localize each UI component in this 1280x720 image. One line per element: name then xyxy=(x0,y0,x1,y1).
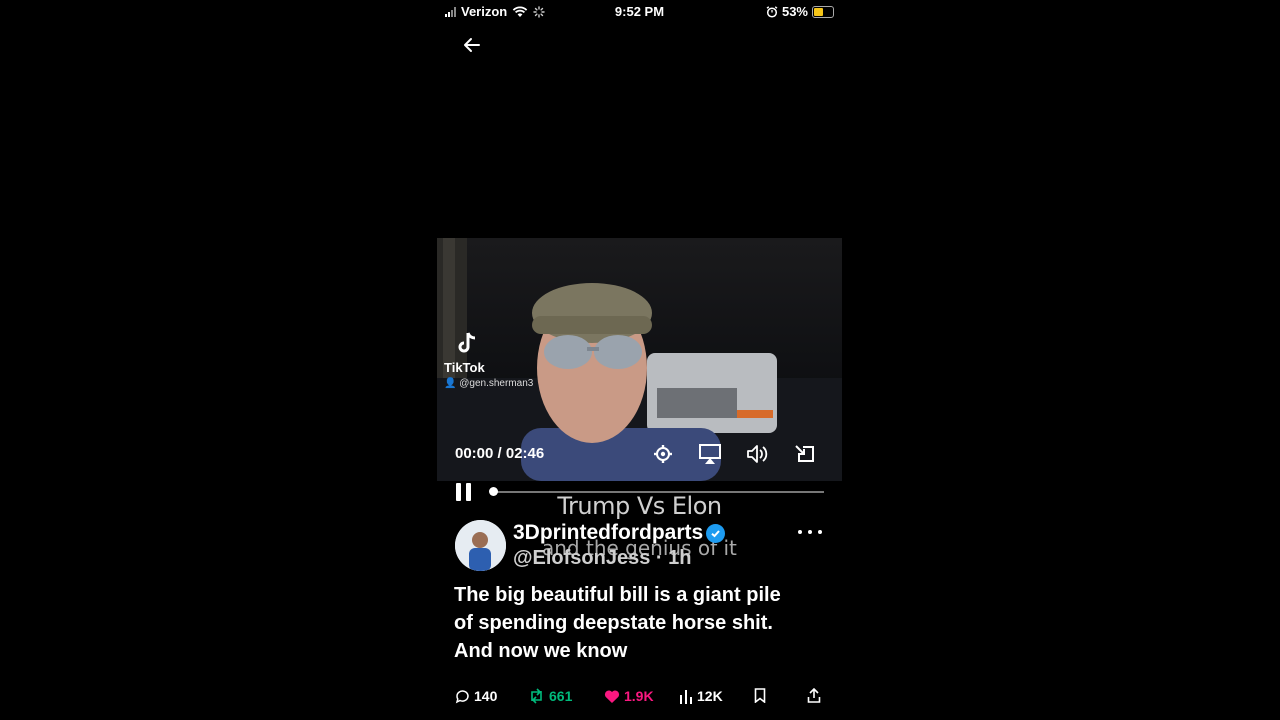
airplay-button[interactable] xyxy=(696,441,724,467)
arrow-left-icon xyxy=(464,38,480,52)
video-settings-button[interactable] xyxy=(649,441,677,467)
gear-icon xyxy=(654,445,672,463)
battery-icon xyxy=(812,5,834,18)
bookmark-icon xyxy=(754,688,766,703)
status-bar: Verizon 9:52 PM 53% xyxy=(437,0,842,24)
repost-count: 661 xyxy=(549,688,573,704)
tiktok-watermark: TikTok xyxy=(444,360,485,375)
reply-count: 140 xyxy=(474,688,498,704)
video-caption-title: Trump Vs Elon xyxy=(557,492,722,520)
back-button[interactable] xyxy=(459,34,485,56)
bookmark-button[interactable] xyxy=(754,688,766,703)
like-count: 1.9K xyxy=(624,688,654,704)
post-actions: 140 661 1.9K 12K xyxy=(454,688,824,710)
repost-icon xyxy=(531,688,542,704)
tiktok-handle: 👤 @gen.sherman3 xyxy=(444,378,534,389)
alarm-icon xyxy=(766,5,778,18)
display-name-text: 3Dprintedfordparts xyxy=(513,521,704,544)
battery-percent: 53% xyxy=(781,4,808,19)
status-right: 53% xyxy=(766,4,834,19)
user-handle: @ElofsonJess · 1h xyxy=(513,547,692,569)
reply-icon xyxy=(455,690,469,704)
post-text: The big beautiful bill is a giant pile o… xyxy=(454,584,781,662)
display-name[interactable]: 3Dprintedfordparts xyxy=(513,521,726,545)
heart-icon xyxy=(604,690,620,703)
avatar-image xyxy=(455,520,506,571)
repost-button[interactable]: 661 xyxy=(528,688,572,704)
verified-badge-icon xyxy=(706,523,726,543)
share-button[interactable] xyxy=(807,688,821,703)
volume-icon xyxy=(747,445,768,463)
tiktok-logo-icon xyxy=(458,332,476,353)
video-player[interactable]: TikTok 👤 @gen.sherman3 00:00 / 02:46 xyxy=(437,238,842,481)
views-chart-icon xyxy=(680,689,692,704)
volume-button[interactable] xyxy=(743,441,771,467)
tiktok-handle-text: @gen.sherman3 xyxy=(459,378,534,389)
reply-button[interactable]: 140 xyxy=(454,688,497,704)
phone-screen: Verizon 9:52 PM 53% TikTok 👤 @gen.sherma… xyxy=(437,0,842,720)
pip-button[interactable] xyxy=(791,441,819,467)
video-time: 00:00 / 02:46 xyxy=(455,445,545,462)
like-button[interactable]: 1.9K xyxy=(604,688,654,704)
share-icon xyxy=(807,688,821,703)
more-options-button[interactable] xyxy=(798,522,822,542)
airplay-icon xyxy=(699,444,721,464)
avatar[interactable] xyxy=(455,520,506,571)
views-count: 12K xyxy=(697,688,723,704)
pip-icon xyxy=(795,445,814,462)
views-button[interactable]: 12K xyxy=(679,688,723,704)
